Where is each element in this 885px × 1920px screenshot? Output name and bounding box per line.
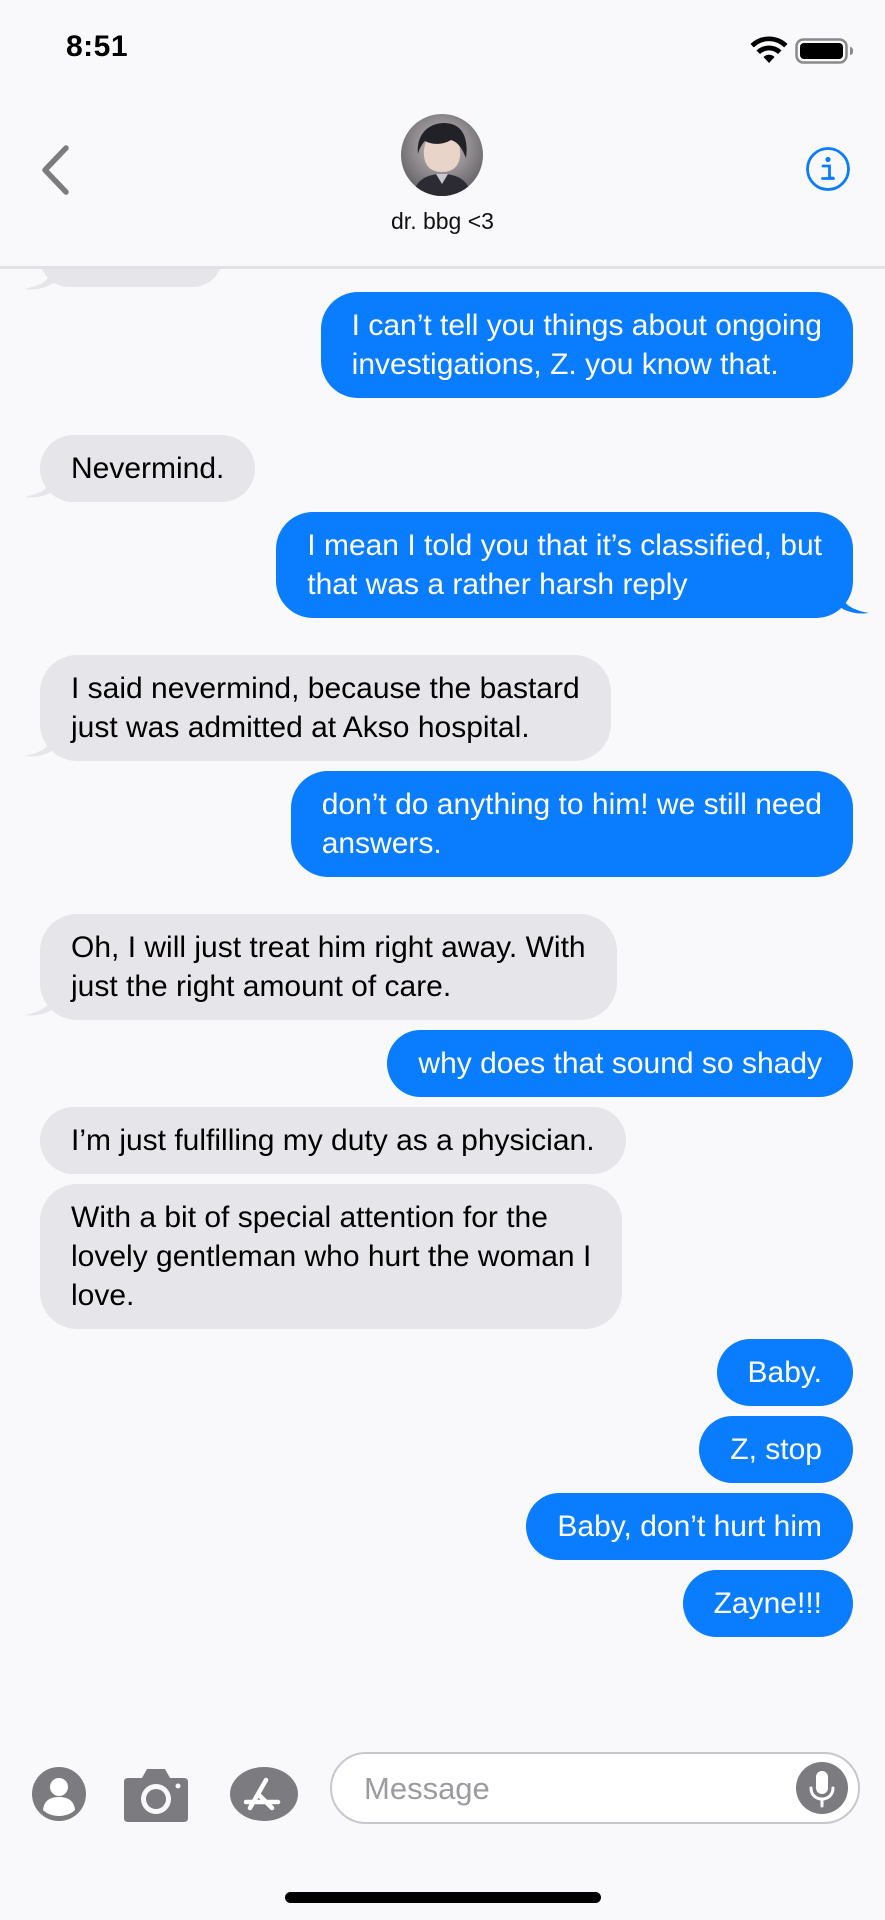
contact-avatar[interactable] (401, 114, 483, 196)
message-bubble-incoming[interactable]: Nevermind. (40, 435, 256, 502)
camera-icon (124, 1769, 188, 1822)
contacts-icon (32, 1767, 86, 1821)
chevron-left-icon (42, 145, 69, 195)
message-bubble-outgoing[interactable]: don’t do anything to him! we still need … (290, 771, 853, 877)
message-bubble-incoming[interactable]: I’m just fulfilling my duty as a physici… (40, 1107, 626, 1174)
microphone-button[interactable] (796, 1762, 848, 1814)
message-bubble-outgoing[interactable]: Baby, don’t hurt him (526, 1493, 853, 1560)
bubble-tail (24, 732, 58, 757)
app-store-icon (230, 1767, 298, 1821)
message-bubble-incoming[interactable] (40, 269, 222, 287)
message-bubble-outgoing[interactable]: I mean I told you that it’s classified, … (276, 512, 853, 618)
battery-icon (795, 38, 853, 64)
message-bubble-incoming[interactable]: With a bit of special attention for the … (40, 1184, 623, 1329)
bubble-tail (24, 991, 58, 1016)
message-field[interactable] (330, 1752, 860, 1824)
message-bubble-outgoing[interactable]: why does that sound so shady (387, 1030, 853, 1097)
message-input[interactable] (362, 1754, 786, 1824)
status-bar: 8:51 (0, 0, 885, 100)
camera-button[interactable] (122, 1764, 190, 1824)
microphone-icon (796, 1762, 848, 1814)
back-button[interactable] (36, 142, 76, 198)
message-thread[interactable]: I can’t tell you things about ongoing in… (0, 269, 885, 1729)
message-bubble-outgoing[interactable]: Z, stop (699, 1416, 853, 1483)
avatar-image (401, 114, 483, 196)
message-bubble-outgoing[interactable]: I can’t tell you things about ongoing in… (320, 292, 853, 398)
info-circle-icon (806, 147, 850, 191)
message-bubble-incoming[interactable]: I said nevermind, because the bastard ju… (40, 655, 611, 761)
home-indicator (285, 1892, 601, 1903)
status-time: 8:51 (66, 30, 129, 63)
compose-bar (0, 1730, 885, 1920)
message-bubble-outgoing[interactable]: Zayne!!! (682, 1570, 853, 1637)
message-bubble-incoming[interactable]: Oh, I will just treat him right away. Wi… (40, 914, 617, 1020)
bubble-tail (835, 589, 869, 614)
bubble-tail (24, 269, 58, 290)
app-store-button[interactable] (228, 1766, 300, 1822)
wifi-icon (750, 36, 788, 63)
message-bubble-outgoing[interactable]: Baby. (716, 1339, 853, 1406)
contact-name[interactable]: dr. bbg <3 (0, 208, 885, 235)
conversation-header: dr. bbg <3 (0, 100, 885, 269)
bubble-tail (24, 473, 58, 498)
contacts-button[interactable] (31, 1766, 87, 1822)
info-button[interactable] (805, 146, 851, 192)
